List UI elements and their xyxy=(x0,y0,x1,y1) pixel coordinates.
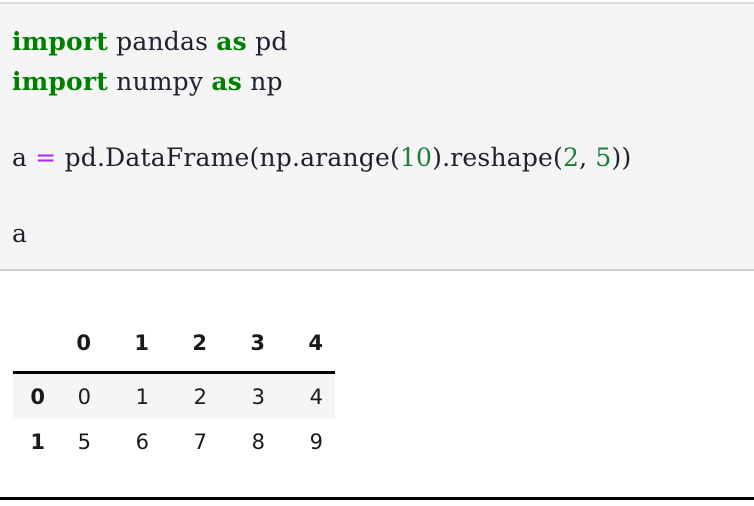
call-reshape: ).reshape( xyxy=(432,143,564,172)
column-header-1: 1 xyxy=(134,331,149,355)
cell-r0-c0: 0 xyxy=(77,384,91,409)
bottom-divider xyxy=(0,497,754,500)
module-pandas: pandas xyxy=(108,27,217,56)
expression-a: a xyxy=(12,219,28,248)
code-line-blank-1 xyxy=(12,102,754,138)
alias-pd: pd xyxy=(246,27,288,56)
row-index-0: 0 xyxy=(30,384,45,409)
column-header-3: 3 xyxy=(250,331,265,355)
row-index-1: 1 xyxy=(30,429,45,454)
cell-r0-c4: 4 xyxy=(309,384,323,409)
output-area: 0 1 2 3 4 0 0 1 2 3 4 1 5 6 7 8 9 xyxy=(0,273,754,506)
closing-parens: )) xyxy=(611,143,632,172)
dataframe-header: 0 1 2 3 4 xyxy=(13,319,335,373)
assign-operator: = xyxy=(35,143,57,172)
dataframe-body: 0 0 1 2 3 4 1 5 6 7 8 9 xyxy=(13,372,335,465)
variable-a: a xyxy=(12,143,36,172)
keyword-as: as xyxy=(211,67,243,96)
header-row: 0 1 2 3 4 xyxy=(13,319,335,373)
cell-r0-c3: 3 xyxy=(251,384,265,409)
code-line-4: a = pd.DataFrame(np.arange(10).reshape(2… xyxy=(12,138,754,178)
code-line-6: a xyxy=(12,214,754,254)
dataframe-table: 0 1 2 3 4 0 0 1 2 3 4 1 5 6 7 8 9 xyxy=(13,319,335,464)
code-line-1: import pandas as pd xyxy=(12,22,754,62)
table-row: 0 0 1 2 3 4 xyxy=(13,372,335,419)
column-header-4: 4 xyxy=(308,331,323,355)
number-five: 5 xyxy=(595,143,612,172)
column-header-0: 0 xyxy=(76,331,91,355)
code-line-blank-2 xyxy=(12,178,754,214)
call-dataframe-arange: pd.DataFrame(np.arange( xyxy=(56,143,400,172)
keyword-as: as xyxy=(216,27,247,56)
module-numpy: numpy xyxy=(108,67,212,96)
cell-r1-c0: 5 xyxy=(77,429,91,454)
keyword-import: import xyxy=(12,27,109,56)
column-header-2: 2 xyxy=(192,331,207,355)
cell-r1-c3: 8 xyxy=(251,429,265,454)
code-line-2: import numpy as np xyxy=(12,62,754,102)
cell-r0-c1: 1 xyxy=(135,384,149,409)
alias-np: np xyxy=(242,67,283,96)
cell-r0-c2: 2 xyxy=(193,384,207,409)
cell-r1-c2: 7 xyxy=(193,429,207,454)
corner-cell xyxy=(13,319,45,373)
keyword-import: import xyxy=(12,67,109,96)
comma-separator: , xyxy=(579,143,596,172)
cell-r1-c4: 9 xyxy=(309,429,323,454)
cell-r1-c1: 6 xyxy=(135,429,149,454)
number-two: 2 xyxy=(563,143,580,172)
code-cell[interactable]: import pandas as pd import numpy as np a… xyxy=(0,2,754,271)
table-row: 1 5 6 7 8 9 xyxy=(13,419,335,464)
number-ten: 10 xyxy=(399,143,433,172)
